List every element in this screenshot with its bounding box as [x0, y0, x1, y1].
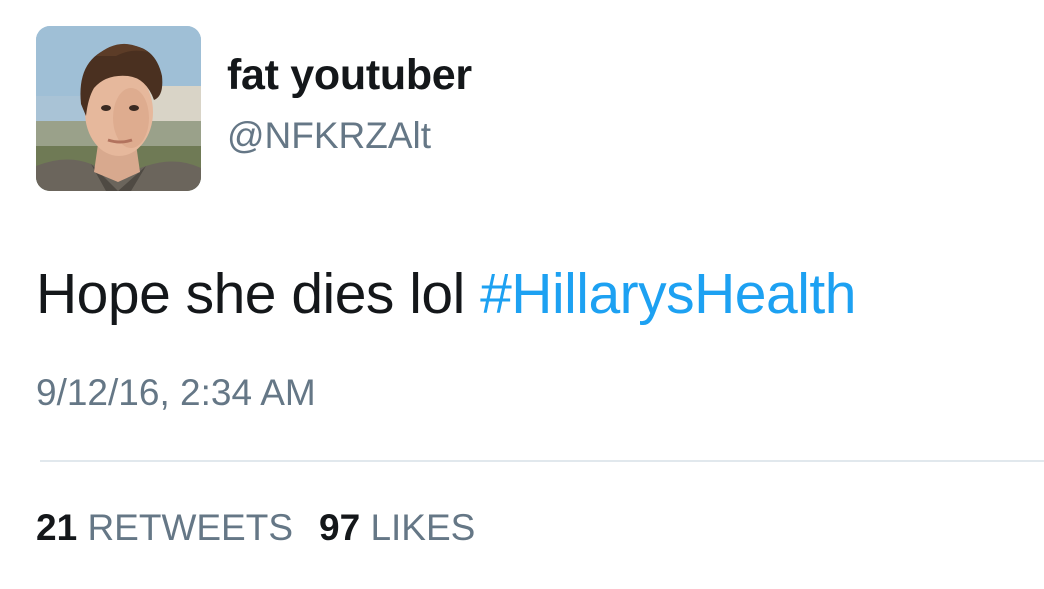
likes-label: LIKES	[370, 507, 476, 548]
likes-count: 97	[319, 507, 361, 548]
tweet-text: Hope she dies lol #HillarysHealth	[36, 266, 856, 323]
avatar[interactable]	[36, 26, 201, 191]
retweets-label: RETWEETS	[87, 507, 293, 548]
likes-stat[interactable]: 97 LIKES	[319, 507, 475, 548]
engagement-stats: 21 RETWEETS 97 LIKES	[36, 509, 475, 546]
retweets-stat[interactable]: 21 RETWEETS	[36, 507, 293, 548]
profile-photo-icon	[36, 26, 201, 191]
retweets-count: 21	[36, 507, 78, 548]
divider	[40, 460, 1044, 462]
hashtag-link[interactable]: #HillarysHealth	[480, 262, 856, 326]
tweet-body: Hope she dies lol	[36, 262, 481, 326]
display-name[interactable]: fat youtuber	[227, 54, 472, 97]
tweet-timestamp[interactable]: 9/12/16, 2:34 AM	[36, 374, 316, 411]
tweet-card: fat youtuber @NFKRZAlt Hope she dies lol…	[0, 0, 1044, 589]
user-handle[interactable]: @NFKRZAlt	[227, 117, 431, 154]
